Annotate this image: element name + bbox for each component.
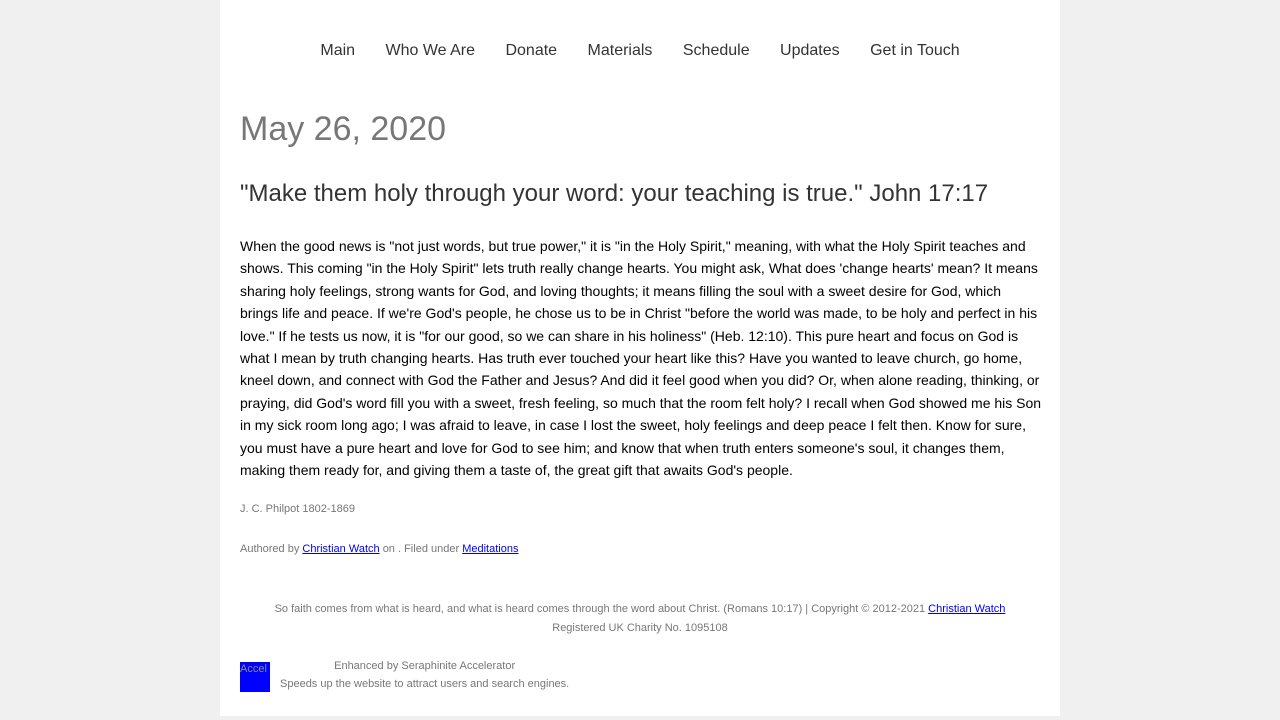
accelerator-text: Enhanced by Seraphinite Accelerator Spee…	[280, 657, 569, 693]
nav-donate[interactable]: Donate	[505, 42, 557, 60]
page-container: Main Who We Are Donate Materials Schedul…	[220, 0, 1060, 716]
post-verse-title: "Make them holy through your word: your …	[240, 180, 989, 207]
accelerator-line1: Enhanced by Seraphinite Accelerator	[334, 660, 516, 672]
footer-text: So faith comes from what is heard, and w…	[274, 603, 926, 615]
post-date: May 26, 2020	[240, 110, 447, 148]
nav-main[interactable]: Main	[320, 42, 355, 60]
post-meta: Authored by Christian Watch on . Filed u…	[240, 543, 518, 555]
meta-filed-label: on . Filed under	[382, 543, 460, 555]
nav-get-in-touch[interactable]: Get in Touch	[870, 42, 960, 60]
nav-updates[interactable]: Updates	[780, 42, 840, 60]
footer-link[interactable]: Christian Watch	[928, 603, 1005, 615]
accelerator-line2: Speeds up the website to attract users a…	[280, 678, 570, 690]
accelerator-image-alt: Accel	[240, 663, 267, 675]
accelerator-badge-image[interactable]: Accel	[240, 662, 270, 692]
main-nav: Main Who We Are Donate Materials Schedul…	[220, 42, 1060, 60]
site-footer: So faith comes from what is heard, and w…	[240, 600, 1040, 638]
author-link[interactable]: Christian Watch	[302, 543, 379, 555]
post-attribution: J. C. Philpot 1802-1869	[240, 503, 355, 515]
nav-materials[interactable]: Materials	[588, 42, 653, 60]
meta-authored-label: Authored by	[240, 543, 300, 555]
nav-who-we-are[interactable]: Who We Are	[386, 42, 476, 60]
charity-number: Registered UK Charity No. 1095108	[552, 622, 728, 634]
category-link[interactable]: Meditations	[462, 543, 518, 555]
nav-schedule[interactable]: Schedule	[683, 42, 750, 60]
post-body: When the good news is "not just words, b…	[240, 238, 1042, 479]
